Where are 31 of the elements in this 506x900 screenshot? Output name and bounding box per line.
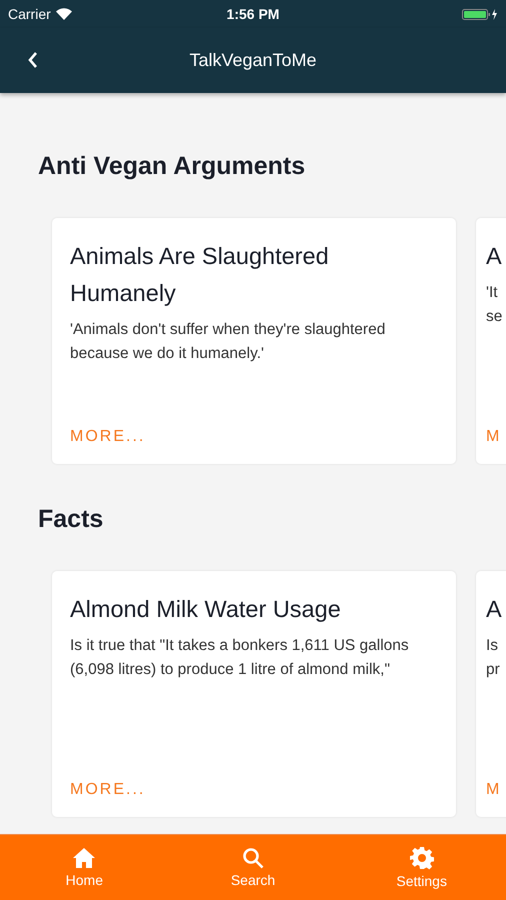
argument-card[interactable]: Animals Are Slaughtered Humanely 'Animals don't suffer when they're slaughtered because we do it humanely.' MORE... bbox=[52, 218, 456, 464]
card-title: Almond Milk Water Usage bbox=[70, 595, 341, 624]
carrier-label: Carrier bbox=[8, 6, 51, 22]
more-link[interactable]: MORE... bbox=[70, 428, 146, 446]
card-title: Animals Are Slaughtered Humanely bbox=[70, 242, 330, 308]
nav-title: TalkVeganToMe bbox=[189, 50, 317, 71]
card-description: Is bbox=[486, 636, 498, 656]
search-icon bbox=[242, 847, 264, 869]
card-description: pr bbox=[486, 660, 500, 680]
card-description: 'It bbox=[486, 283, 498, 303]
home-icon bbox=[72, 847, 96, 869]
more-link[interactable]: M bbox=[486, 428, 502, 446]
tab-item[interactable]: Search bbox=[168, 835, 338, 900]
card-description: 'Animals don't suffer when they're slaughtered because we do it humanely.' bbox=[70, 320, 386, 364]
settings-icon bbox=[410, 846, 434, 870]
card-description: se bbox=[486, 307, 502, 327]
status-time: 1:56 PM bbox=[226, 6, 280, 22]
section-title: Anti Vegan Arguments bbox=[38, 151, 306, 181]
battery-icon bbox=[462, 8, 498, 20]
tab-item[interactable]: Settings bbox=[337, 835, 506, 900]
section-title: Facts bbox=[38, 504, 104, 534]
argument-card[interactable]: A Is pr M bbox=[476, 571, 506, 817]
card-title: A bbox=[486, 595, 502, 624]
argument-card[interactable]: Almond Milk Water Usage Is it true that "It takes a bonkers 1,611 US gallons (6,098 litres) to produce 1 litre of almond milk," MORE... bbox=[52, 571, 456, 817]
tab-item[interactable]: Home bbox=[0, 835, 169, 900]
more-link[interactable]: M bbox=[486, 781, 502, 799]
argument-card[interactable]: A 'It se M bbox=[476, 218, 506, 464]
wifi-icon bbox=[56, 8, 72, 20]
more-link[interactable]: MORE... bbox=[70, 781, 146, 799]
card-description: Is it true that "It takes a bonkers 1,611 US gallons (6,098 litres) to produce 1 litre of almond milk," bbox=[70, 636, 410, 680]
card-title: A bbox=[486, 242, 502, 271]
